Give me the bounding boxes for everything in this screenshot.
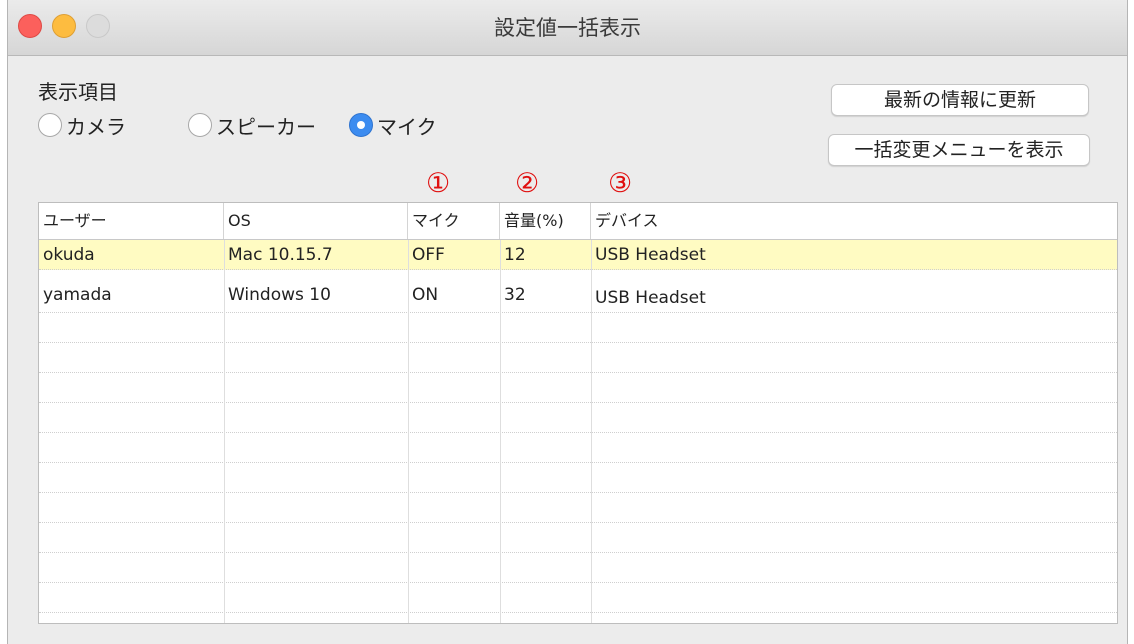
empty-row bbox=[39, 403, 1117, 433]
cell-mic: ON bbox=[412, 285, 439, 305]
display-items-label: 表示項目 bbox=[38, 80, 118, 104]
radio-circle[interactable] bbox=[188, 113, 212, 137]
window-title: 設定値一括表示 bbox=[494, 16, 641, 40]
column-divider bbox=[591, 240, 592, 623]
column-header-os[interactable]: OS bbox=[224, 203, 408, 239]
empty-row bbox=[39, 553, 1117, 583]
cell-os: Windows 10 bbox=[228, 285, 331, 305]
radio-circle[interactable] bbox=[38, 113, 62, 137]
column-header-mic[interactable]: マイク bbox=[408, 203, 500, 239]
radio-camera-label: カメラ bbox=[66, 114, 126, 139]
cell-volume: 12 bbox=[504, 245, 526, 265]
empty-row bbox=[39, 523, 1117, 553]
annotation-marker-2: ② bbox=[515, 168, 540, 199]
radio-camera[interactable]: カメラ bbox=[38, 110, 126, 140]
refresh-button[interactable]: 最新の情報に更新 bbox=[831, 84, 1089, 116]
cell-device: USB Headset bbox=[595, 288, 706, 308]
empty-row bbox=[39, 463, 1117, 493]
settings-window: 設定値一括表示 表示項目 カメラ スピーカー マイク 最新の情報に更新 一括変更… bbox=[7, 0, 1128, 644]
column-divider bbox=[408, 240, 409, 623]
radio-microphone[interactable]: マイク bbox=[349, 110, 437, 140]
cell-user: okuda bbox=[43, 245, 95, 265]
empty-row bbox=[39, 583, 1117, 613]
title-bar: 設定値一括表示 bbox=[8, 0, 1127, 56]
cell-mic: OFF bbox=[412, 245, 445, 265]
annotation-marker-3: ③ bbox=[608, 168, 633, 199]
column-header-volume[interactable]: 音量(%) bbox=[500, 203, 591, 239]
column-divider bbox=[224, 240, 225, 623]
empty-row bbox=[39, 343, 1117, 373]
table-row[interactable]: okuda Mac 10.15.7 OFF 12 USB Headset bbox=[39, 240, 1117, 270]
radio-speaker-label: スピーカー bbox=[216, 114, 316, 139]
empty-row bbox=[39, 373, 1117, 403]
cell-device: USB Headset bbox=[595, 245, 706, 265]
annotation-marker-1: ① bbox=[426, 168, 451, 199]
cell-volume: 32 bbox=[504, 285, 526, 305]
cell-user: yamada bbox=[43, 285, 112, 305]
empty-row bbox=[39, 313, 1117, 343]
settings-table: ユーザー OS マイク 音量(%) デバイス okuda Mac 10.15.7… bbox=[38, 202, 1118, 624]
bulk-change-menu-button[interactable]: 一括変更メニューを表示 bbox=[828, 134, 1090, 166]
empty-row bbox=[39, 433, 1117, 463]
empty-row bbox=[39, 493, 1117, 523]
column-header-user[interactable]: ユーザー bbox=[39, 203, 224, 239]
radio-speaker[interactable]: スピーカー bbox=[188, 110, 316, 140]
cell-os: Mac 10.15.7 bbox=[228, 245, 333, 265]
radio-circle[interactable] bbox=[349, 113, 373, 137]
table-header: ユーザー OS マイク 音量(%) デバイス bbox=[39, 203, 1117, 240]
column-header-device[interactable]: デバイス bbox=[591, 203, 1117, 239]
table-row[interactable]: yamada Windows 10 ON 32 USB Headset bbox=[39, 283, 1117, 313]
radio-microphone-label: マイク bbox=[377, 114, 437, 139]
column-divider bbox=[500, 240, 501, 623]
